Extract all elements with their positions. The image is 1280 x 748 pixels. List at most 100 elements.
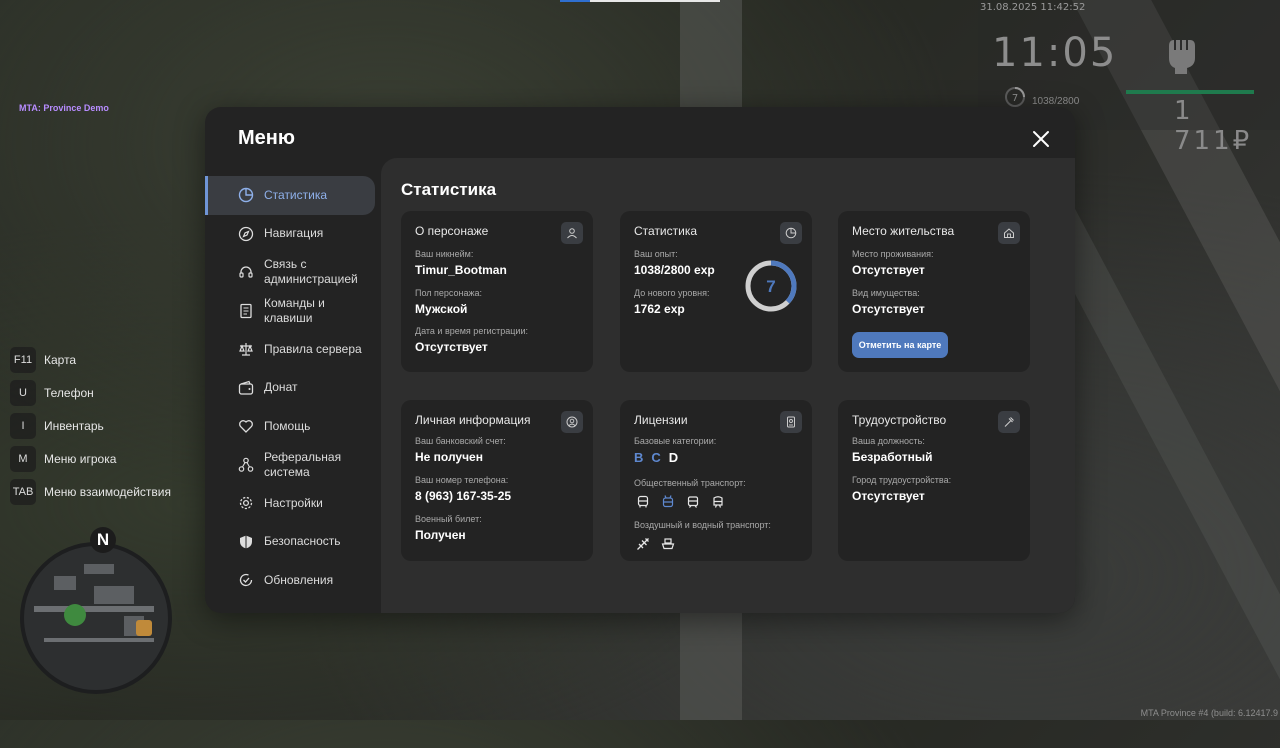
field-label: Пол персонажа: xyxy=(415,288,483,298)
user-circle-icon xyxy=(561,411,583,433)
sidebar-item-label: Реферальная система xyxy=(264,449,342,479)
license-category-c: C xyxy=(651,450,661,465)
card-title: Статистика xyxy=(634,224,698,238)
field-value: Отсутствует xyxy=(852,263,925,277)
sidebar-item-label: Безопасность xyxy=(264,534,341,549)
card-personal-info: Личная информация Ваш банковский счет: Н… xyxy=(401,400,593,561)
field-label: Общественный транспорт: xyxy=(634,478,746,488)
field-label: Дата и время регистрации: xyxy=(415,326,528,336)
sidebar-item-referral[interactable]: Реферальная система xyxy=(205,446,381,485)
field-air-water-transport: Воздушный и водный транспорт: xyxy=(634,520,771,552)
sidebar-item-settings[interactable]: Настройки xyxy=(205,484,381,523)
hud-clock: 11:05 xyxy=(992,30,1118,76)
sidebar-item-rules[interactable]: Правила сервера xyxy=(205,330,381,369)
field-label: Ваш номер телефона: xyxy=(415,475,509,485)
field-label: Вид имущества: xyxy=(852,288,920,298)
field-label: Базовые категории: xyxy=(634,436,717,446)
field-nickname: Ваш никнейм: Timur_Bootman xyxy=(415,249,507,277)
license-category-d: D xyxy=(668,450,679,465)
document-icon xyxy=(237,302,255,320)
sidebar-item-label: Навигация xyxy=(264,226,324,241)
level-ring-icon: 7 xyxy=(1005,87,1025,107)
hud-money: 1 711₽ xyxy=(1174,96,1253,156)
keycap: U xyxy=(10,380,36,406)
train-icon xyxy=(709,493,726,510)
compass-north: N xyxy=(90,527,116,553)
wallet-icon xyxy=(237,379,255,397)
close-icon[interactable] xyxy=(1031,129,1051,149)
home-icon xyxy=(64,604,86,626)
keybind-list: F11 Карта U Телефон I Инвентарь M Меню и… xyxy=(10,347,171,512)
sidebar-item-statistics[interactable]: Статистика xyxy=(205,176,375,215)
keybind-player-menu[interactable]: M Меню игрока xyxy=(10,446,171,472)
sidebar-item-navigation[interactable]: Навигация xyxy=(205,215,381,254)
field-value: Отсутствует xyxy=(852,489,925,503)
fist-icon xyxy=(1169,40,1195,74)
field-military-id: Военный билет: Получен xyxy=(415,514,482,542)
card-employment: Трудоустройство Ваша должность: Безработ… xyxy=(838,400,1030,561)
sidebar-item-security[interactable]: Безопасность xyxy=(205,523,381,562)
field-value: Отсутствует xyxy=(852,302,925,316)
content-panel: Статистика О персонаже Ваш никнейм: Timu… xyxy=(381,158,1075,613)
field-value: 1762 exp xyxy=(634,302,685,316)
keybind-label: Телефон xyxy=(44,386,94,400)
scales-icon xyxy=(237,340,255,358)
sidebar-item-donate[interactable]: Донат xyxy=(205,369,381,408)
shop-marker-icon xyxy=(136,620,152,636)
card-title: О персонаже xyxy=(415,224,489,238)
content-title: Статистика xyxy=(401,180,497,199)
keybind-phone[interactable]: U Телефон xyxy=(10,380,171,406)
top-progress-bar xyxy=(560,0,720,2)
field-value: Отсутствует xyxy=(415,340,488,354)
gear-icon xyxy=(237,494,255,512)
card-character: О персонаже Ваш никнейм: Timur_Bootman П… xyxy=(401,211,593,372)
sidebar-item-label: Помощь xyxy=(264,418,311,433)
card-title: Место жительства xyxy=(852,224,955,238)
public-transport-icons xyxy=(634,493,746,510)
pie-chart-icon xyxy=(237,186,255,204)
keybind-label: Меню взаимодействия xyxy=(44,485,171,499)
menu-sidebar: Статистика Навигация Связь с администрац… xyxy=(205,176,381,600)
field-label: Воздушный и водный транспорт: xyxy=(634,520,771,530)
id-badge-icon xyxy=(780,411,802,433)
trolleybus-icon xyxy=(659,493,676,510)
keybind-inventory[interactable]: I Инвентарь xyxy=(10,413,171,439)
field-position: Ваша должность: Безработный xyxy=(852,436,932,464)
field-employment-city: Город трудоустройства: Отсутствует xyxy=(852,475,951,503)
field-label: Место проживания: xyxy=(852,249,934,259)
build-info: MTA Province #4 (build: 6.12417.9 xyxy=(1140,708,1278,718)
bus-icon xyxy=(634,493,651,510)
field-label: Город трудоустройства: xyxy=(852,475,952,485)
field-label: Ваш банковский счет: xyxy=(415,436,506,446)
sidebar-item-commands[interactable]: Команды и клавиши xyxy=(205,292,381,331)
sidebar-item-help[interactable]: Помощь xyxy=(205,407,381,446)
field-exp: Ваш опыт: 1038/2800 exp xyxy=(634,249,715,277)
update-check-icon xyxy=(237,571,255,589)
field-phone: Ваш номер телефона: 8 (963) 167-35-25 xyxy=(415,475,511,503)
field-value: Получен xyxy=(415,528,466,542)
network-icon xyxy=(237,456,255,474)
tram-icon xyxy=(684,493,701,510)
hud-level-text: 7 xyxy=(1012,93,1018,104)
sidebar-item-label: Настройки xyxy=(264,495,323,510)
sidebar-item-label: Команды и клавиши xyxy=(264,295,325,325)
card-title: Личная информация xyxy=(415,413,531,427)
field-value: Не получен xyxy=(415,450,483,464)
sidebar-item-label: Донат xyxy=(264,380,298,395)
airplane-icon xyxy=(634,535,651,552)
menu-title: Меню xyxy=(238,127,295,149)
compass-icon xyxy=(237,225,255,243)
field-value: 8 (963) 167-35-25 xyxy=(415,489,512,503)
pie-chart-icon xyxy=(780,222,802,244)
keybind-map[interactable]: F11 Карта xyxy=(10,347,171,373)
sidebar-item-contact-admin[interactable]: Связь с администрацией xyxy=(205,253,381,292)
air-water-transport-icons xyxy=(634,535,771,552)
field-base-categories: Базовые категории: B C D xyxy=(634,436,716,465)
user-icon xyxy=(561,222,583,244)
keybind-label: Инвентарь xyxy=(44,419,104,433)
minimap[interactable] xyxy=(20,542,172,694)
mark-on-map-button[interactable]: Отметить на карте xyxy=(852,332,948,358)
sidebar-item-updates[interactable]: Обновления xyxy=(205,561,381,600)
shield-icon xyxy=(237,533,255,551)
keybind-interaction-menu[interactable]: TAB Меню взаимодействия xyxy=(10,479,171,505)
